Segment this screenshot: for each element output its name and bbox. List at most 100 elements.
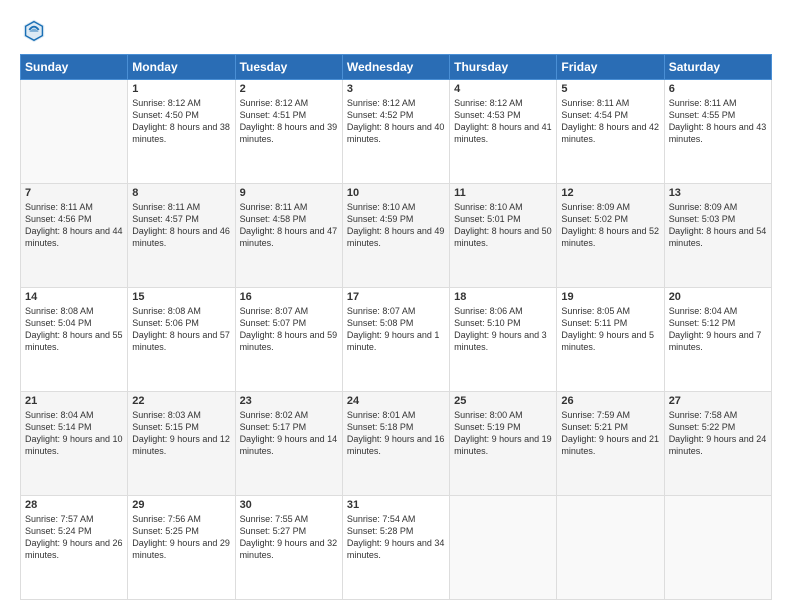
day-number: 3 <box>347 83 445 95</box>
day-number: 27 <box>669 395 767 407</box>
cell-content: Sunrise: 8:12 AMSunset: 4:51 PMDaylight:… <box>240 97 338 146</box>
day-number: 30 <box>240 499 338 511</box>
cell-content: Sunrise: 7:58 AMSunset: 5:22 PMDaylight:… <box>669 409 767 458</box>
cell-content: Sunrise: 8:00 AMSunset: 5:19 PMDaylight:… <box>454 409 552 458</box>
cell-content: Sunrise: 8:01 AMSunset: 5:18 PMDaylight:… <box>347 409 445 458</box>
calendar-cell: 5 Sunrise: 8:11 AMSunset: 4:54 PMDaylight… <box>557 80 664 184</box>
cell-content: Sunrise: 8:11 AMSunset: 4:54 PMDaylight:… <box>561 97 659 146</box>
page: SundayMondayTuesdayWednesdayThursdayFrid… <box>0 0 792 612</box>
calendar-cell: 23 Sunrise: 8:02 AMSunset: 5:17 PMDayligh… <box>235 392 342 496</box>
weekday-header-row: SundayMondayTuesdayWednesdayThursdayFrid… <box>21 55 772 80</box>
weekday-header-monday: Monday <box>128 55 235 80</box>
calendar-cell: 9Sunrise: 8:11 AMSunset: 4:58 PMDaylight… <box>235 184 342 288</box>
calendar-week-4: 21 Sunrise: 8:04 AMSunset: 5:14 PMDayligh… <box>21 392 772 496</box>
day-number: 9 <box>240 187 338 199</box>
weekday-header-friday: Friday <box>557 55 664 80</box>
calendar-cell: 22Sunrise: 8:03 AMSunset: 5:15 PMDayligh… <box>128 392 235 496</box>
logo-icon <box>20 16 48 44</box>
calendar-cell: 16 Sunrise: 8:07 AMSunset: 5:07 PMDayligh… <box>235 288 342 392</box>
calendar-cell: 12 Sunrise: 8:09 AMSunset: 5:02 PMDayligh… <box>557 184 664 288</box>
calendar-cell: 8 Sunrise: 8:11 AMSunset: 4:57 PMDaylight… <box>128 184 235 288</box>
calendar-cell: 15 Sunrise: 8:08 AMSunset: 5:06 PMDayligh… <box>128 288 235 392</box>
calendar-cell: 3 Sunrise: 8:12 AMSunset: 4:52 PMDaylight… <box>342 80 449 184</box>
cell-content: Sunrise: 8:07 AMSunset: 5:07 PMDaylight:… <box>240 305 338 354</box>
day-number: 1 <box>132 83 230 95</box>
calendar-cell: 2Sunrise: 8:12 AMSunset: 4:51 PMDaylight… <box>235 80 342 184</box>
weekday-header-sunday: Sunday <box>21 55 128 80</box>
day-number: 12 <box>561 187 659 199</box>
calendar-cell: 1 Sunrise: 8:12 AMSunset: 4:50 PMDaylight… <box>128 80 235 184</box>
cell-content: Sunrise: 8:11 AMSunset: 4:57 PMDaylight:… <box>132 201 230 250</box>
day-number: 17 <box>347 291 445 303</box>
calendar-cell: 19 Sunrise: 8:05 AMSunset: 5:11 PMDayligh… <box>557 288 664 392</box>
calendar-cell: 20 Sunrise: 8:04 AMSunset: 5:12 PMDayligh… <box>664 288 771 392</box>
day-number: 19 <box>561 291 659 303</box>
calendar-table: SundayMondayTuesdayWednesdayThursdayFrid… <box>20 54 772 600</box>
calendar-cell: 25 Sunrise: 8:00 AMSunset: 5:19 PMDayligh… <box>450 392 557 496</box>
cell-content: Sunrise: 7:57 AMSunset: 5:24 PMDaylight:… <box>25 513 123 562</box>
calendar-week-3: 14Sunrise: 8:08 AMSunset: 5:04 PMDayligh… <box>21 288 772 392</box>
cell-content: Sunrise: 7:54 AMSunset: 5:28 PMDaylight:… <box>347 513 445 562</box>
day-number: 16 <box>240 291 338 303</box>
calendar-header: SundayMondayTuesdayWednesdayThursdayFrid… <box>21 55 772 80</box>
calendar-cell: 29 Sunrise: 7:56 AMSunset: 5:25 PMDayligh… <box>128 496 235 600</box>
cell-content: Sunrise: 8:08 AMSunset: 5:06 PMDaylight:… <box>132 305 230 354</box>
cell-content: Sunrise: 8:07 AMSunset: 5:08 PMDaylight:… <box>347 305 445 354</box>
calendar-cell: 24 Sunrise: 8:01 AMSunset: 5:18 PMDayligh… <box>342 392 449 496</box>
calendar-cell: 11 Sunrise: 8:10 AMSunset: 5:01 PMDayligh… <box>450 184 557 288</box>
day-number: 29 <box>132 499 230 511</box>
header <box>20 16 772 44</box>
day-number: 7 <box>25 187 123 199</box>
cell-content: Sunrise: 8:03 AMSunset: 5:15 PMDaylight:… <box>132 409 230 458</box>
calendar-cell <box>557 496 664 600</box>
day-number: 26 <box>561 395 659 407</box>
calendar-week-2: 7 Sunrise: 8:11 AMSunset: 4:56 PMDaylight… <box>21 184 772 288</box>
cell-content: Sunrise: 8:11 AMSunset: 4:56 PMDaylight:… <box>25 201 123 250</box>
calendar-cell: 7 Sunrise: 8:11 AMSunset: 4:56 PMDaylight… <box>21 184 128 288</box>
day-number: 21 <box>25 395 123 407</box>
cell-content: Sunrise: 8:12 AMSunset: 4:52 PMDaylight:… <box>347 97 445 146</box>
weekday-header-wednesday: Wednesday <box>342 55 449 80</box>
cell-content: Sunrise: 8:04 AMSunset: 5:12 PMDaylight:… <box>669 305 767 354</box>
calendar-cell: 13Sunrise: 8:09 AMSunset: 5:03 PMDayligh… <box>664 184 771 288</box>
weekday-header-tuesday: Tuesday <box>235 55 342 80</box>
day-number: 24 <box>347 395 445 407</box>
cell-content: Sunrise: 8:11 AMSunset: 4:55 PMDaylight:… <box>669 97 767 146</box>
weekday-header-saturday: Saturday <box>664 55 771 80</box>
cell-content: Sunrise: 8:04 AMSunset: 5:14 PMDaylight:… <box>25 409 123 458</box>
calendar-week-1: 1 Sunrise: 8:12 AMSunset: 4:50 PMDaylight… <box>21 80 772 184</box>
cell-content: Sunrise: 8:10 AMSunset: 5:01 PMDaylight:… <box>454 201 552 250</box>
day-number: 14 <box>25 291 123 303</box>
day-number: 4 <box>454 83 552 95</box>
cell-content: Sunrise: 8:12 AMSunset: 4:50 PMDaylight:… <box>132 97 230 146</box>
calendar-cell: 10Sunrise: 8:10 AMSunset: 4:59 PMDayligh… <box>342 184 449 288</box>
day-number: 25 <box>454 395 552 407</box>
calendar-cell: 28Sunrise: 7:57 AMSunset: 5:24 PMDayligh… <box>21 496 128 600</box>
cell-content: Sunrise: 7:55 AMSunset: 5:27 PMDaylight:… <box>240 513 338 562</box>
cell-content: Sunrise: 8:05 AMSunset: 5:11 PMDaylight:… <box>561 305 659 354</box>
calendar-cell <box>21 80 128 184</box>
cell-content: Sunrise: 8:10 AMSunset: 4:59 PMDaylight:… <box>347 201 445 250</box>
calendar-cell: 6 Sunrise: 8:11 AMSunset: 4:55 PMDaylight… <box>664 80 771 184</box>
cell-content: Sunrise: 7:59 AMSunset: 5:21 PMDaylight:… <box>561 409 659 458</box>
calendar-cell: 31Sunrise: 7:54 AMSunset: 5:28 PMDayligh… <box>342 496 449 600</box>
cell-content: Sunrise: 8:02 AMSunset: 5:17 PMDaylight:… <box>240 409 338 458</box>
cell-content: Sunrise: 8:09 AMSunset: 5:02 PMDaylight:… <box>561 201 659 250</box>
calendar-cell: 14Sunrise: 8:08 AMSunset: 5:04 PMDayligh… <box>21 288 128 392</box>
day-number: 8 <box>132 187 230 199</box>
day-number: 20 <box>669 291 767 303</box>
calendar-cell: 4 Sunrise: 8:12 AMSunset: 4:53 PMDaylight… <box>450 80 557 184</box>
day-number: 5 <box>561 83 659 95</box>
day-number: 11 <box>454 187 552 199</box>
cell-content: Sunrise: 8:09 AMSunset: 5:03 PMDaylight:… <box>669 201 767 250</box>
calendar-cell: 18Sunrise: 8:06 AMSunset: 5:10 PMDayligh… <box>450 288 557 392</box>
cell-content: Sunrise: 8:12 AMSunset: 4:53 PMDaylight:… <box>454 97 552 146</box>
cell-content: Sunrise: 7:56 AMSunset: 5:25 PMDaylight:… <box>132 513 230 562</box>
day-number: 15 <box>132 291 230 303</box>
calendar-cell: 21 Sunrise: 8:04 AMSunset: 5:14 PMDayligh… <box>21 392 128 496</box>
day-number: 23 <box>240 395 338 407</box>
calendar-cell: 30 Sunrise: 7:55 AMSunset: 5:27 PMDayligh… <box>235 496 342 600</box>
calendar-cell: 27 Sunrise: 7:58 AMSunset: 5:22 PMDayligh… <box>664 392 771 496</box>
day-number: 6 <box>669 83 767 95</box>
day-number: 18 <box>454 291 552 303</box>
